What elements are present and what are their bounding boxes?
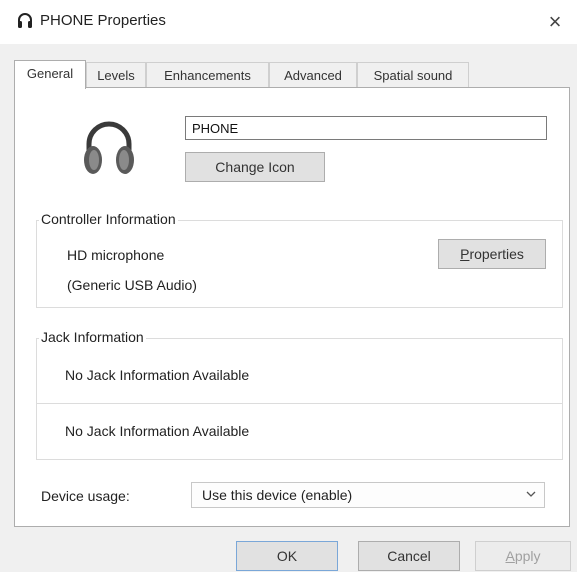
general-panel: Change Icon Controller Information HD mi… [14, 87, 570, 527]
apply-label-rest: pply [514, 548, 541, 564]
tab-levels[interactable]: Levels [86, 62, 146, 88]
jack-information-legend: Jack Information [39, 329, 146, 345]
apply-access-key: A [505, 548, 515, 564]
device-usage-label: Device usage: [41, 488, 130, 504]
jack-info-row-1: No Jack Information Available [65, 367, 250, 383]
ok-button[interactable]: OK [236, 541, 338, 571]
jack-divider [37, 403, 562, 404]
tab-enhancements[interactable]: Enhancements [146, 62, 269, 88]
close-button[interactable]: × [533, 4, 577, 40]
cancel-button[interactable]: Cancel [358, 541, 460, 571]
tab-advanced[interactable]: Advanced [269, 62, 357, 88]
device-name-input[interactable] [185, 116, 547, 140]
device-usage-value: Use this device (enable) [202, 487, 353, 503]
jack-information-group: Jack Information No Jack Information Ava… [36, 329, 563, 460]
headset-icon [18, 13, 32, 28]
controller-information-legend: Controller Information [39, 211, 178, 227]
controller-properties-button[interactable]: Properties [438, 239, 546, 269]
controller-information-group: Controller Information HD microphone (Ge… [36, 211, 563, 308]
device-usage-select[interactable]: Use this device (enable) [191, 482, 545, 508]
apply-button[interactable]: Apply [475, 541, 571, 571]
jack-info-row-2: No Jack Information Available [65, 423, 250, 439]
title-bar: PHONE Properties × [0, 0, 577, 44]
tab-general[interactable]: General [14, 60, 86, 89]
tab-spatial-sound[interactable]: Spatial sound [357, 62, 469, 88]
change-icon-button[interactable]: Change Icon [185, 152, 325, 182]
close-icon: × [548, 9, 562, 34]
window-title: PHONE Properties [40, 12, 166, 29]
properties-label-rest: roperties [469, 246, 524, 262]
controller-driver: (Generic USB Audio) [67, 277, 197, 293]
headphones-icon [84, 121, 134, 174]
chevron-down-icon [526, 491, 536, 497]
controller-name: HD microphone [67, 247, 165, 263]
